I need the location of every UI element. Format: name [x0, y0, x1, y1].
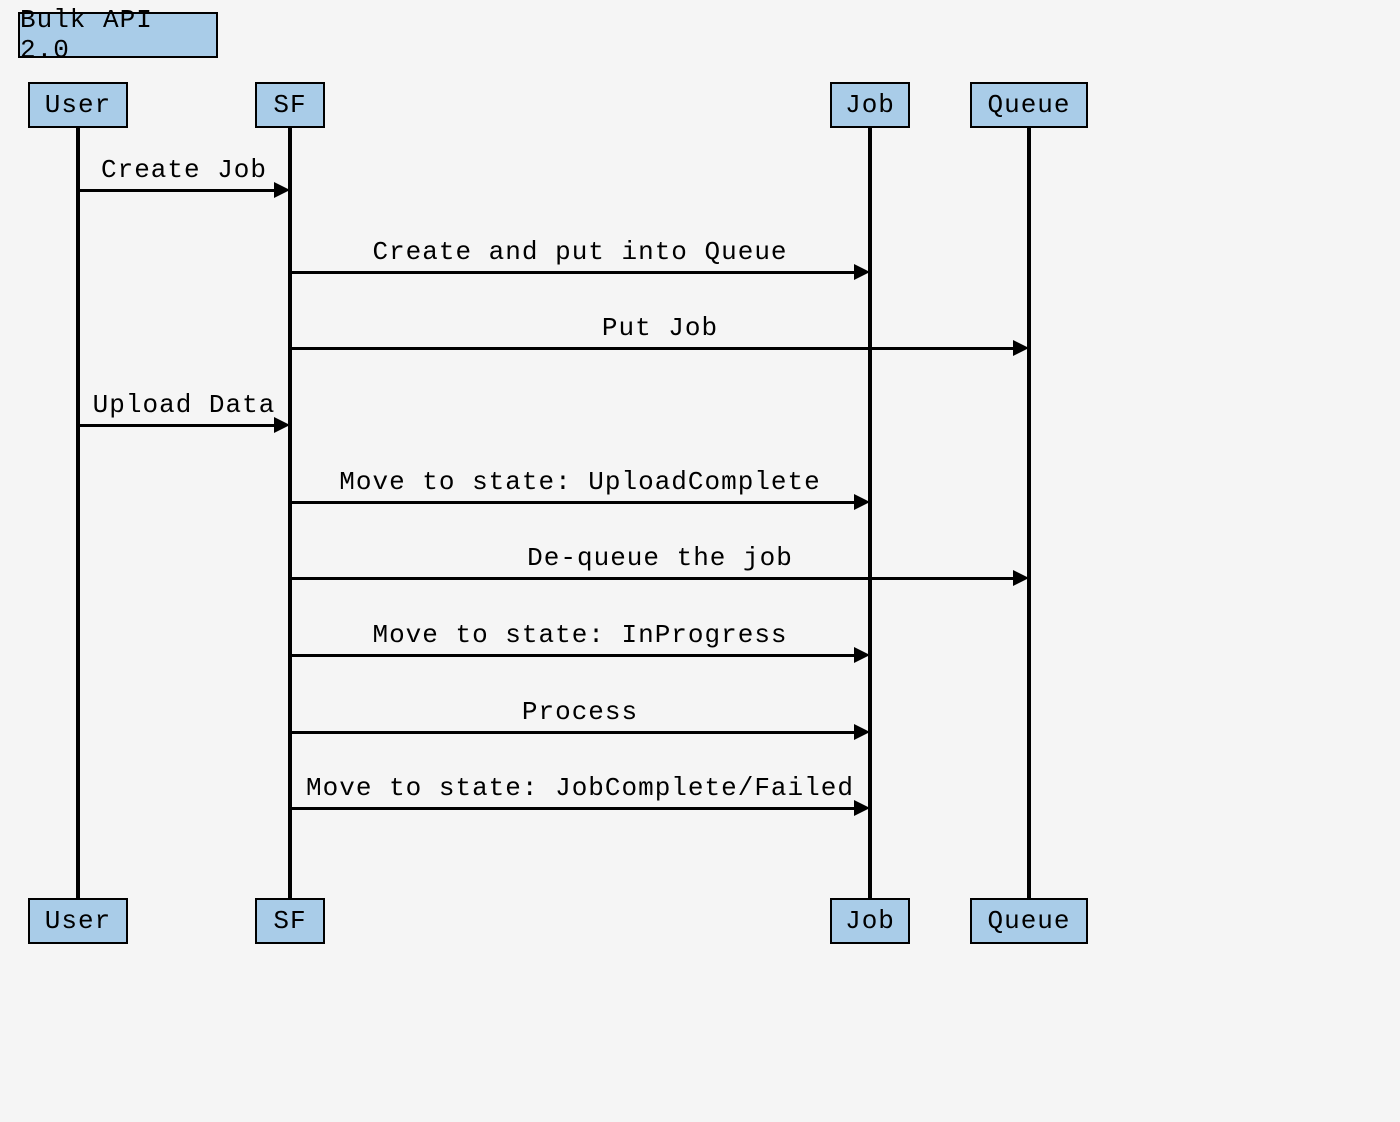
arrowhead-icon — [854, 800, 870, 816]
participant-label: Job — [845, 90, 895, 120]
participant-job-top: Job — [830, 82, 910, 128]
message-label: Move to state: UploadComplete — [339, 467, 820, 497]
arrowhead-icon — [1013, 340, 1029, 356]
participant-user-bottom: User — [28, 898, 128, 944]
message-label: Move to state: JobComplete/Failed — [306, 773, 854, 803]
diagram-title-text: Bulk API 2.0 — [20, 5, 216, 65]
lifeline-sf — [288, 128, 292, 898]
sequence-diagram: Bulk API 2.0 User SF Job Queue User SF J… — [0, 0, 1400, 1122]
arrowhead-icon — [854, 647, 870, 663]
participant-label: Queue — [987, 90, 1070, 120]
participant-label: Queue — [987, 906, 1070, 936]
arrowhead-icon — [854, 264, 870, 280]
message-label: Create Job — [101, 155, 267, 185]
participant-sf-top: SF — [255, 82, 325, 128]
participant-job-bottom: Job — [830, 898, 910, 944]
participant-user-top: User — [28, 82, 128, 128]
lifeline-queue — [1027, 128, 1031, 898]
message-label: Put Job — [602, 313, 718, 343]
participant-label: Job — [845, 906, 895, 936]
participant-label: User — [45, 906, 111, 936]
message-arrow — [290, 731, 854, 734]
message-arrow — [290, 654, 854, 657]
message-arrow — [78, 189, 274, 192]
lifeline-user — [76, 128, 80, 898]
message-arrow — [290, 577, 1013, 580]
participant-sf-bottom: SF — [255, 898, 325, 944]
message-arrow — [290, 807, 854, 810]
message-arrow — [290, 347, 1013, 350]
arrowhead-icon — [274, 182, 290, 198]
message-arrow — [290, 271, 854, 274]
arrowhead-icon — [274, 417, 290, 433]
lifeline-job — [868, 128, 872, 898]
diagram-title: Bulk API 2.0 — [18, 12, 218, 58]
message-label: Process — [522, 697, 638, 727]
arrowhead-icon — [854, 494, 870, 510]
message-arrow — [78, 424, 274, 427]
message-label: Move to state: InProgress — [372, 620, 787, 650]
arrowhead-icon — [854, 724, 870, 740]
participant-queue-top: Queue — [970, 82, 1088, 128]
participant-label: SF — [273, 906, 306, 936]
message-label: De-queue the job — [527, 543, 793, 573]
message-label: Create and put into Queue — [372, 237, 787, 267]
arrowhead-icon — [1013, 570, 1029, 586]
participant-label: SF — [273, 90, 306, 120]
message-label: Upload Data — [93, 390, 276, 420]
participant-queue-bottom: Queue — [970, 898, 1088, 944]
message-arrow — [290, 501, 854, 504]
participant-label: User — [45, 90, 111, 120]
